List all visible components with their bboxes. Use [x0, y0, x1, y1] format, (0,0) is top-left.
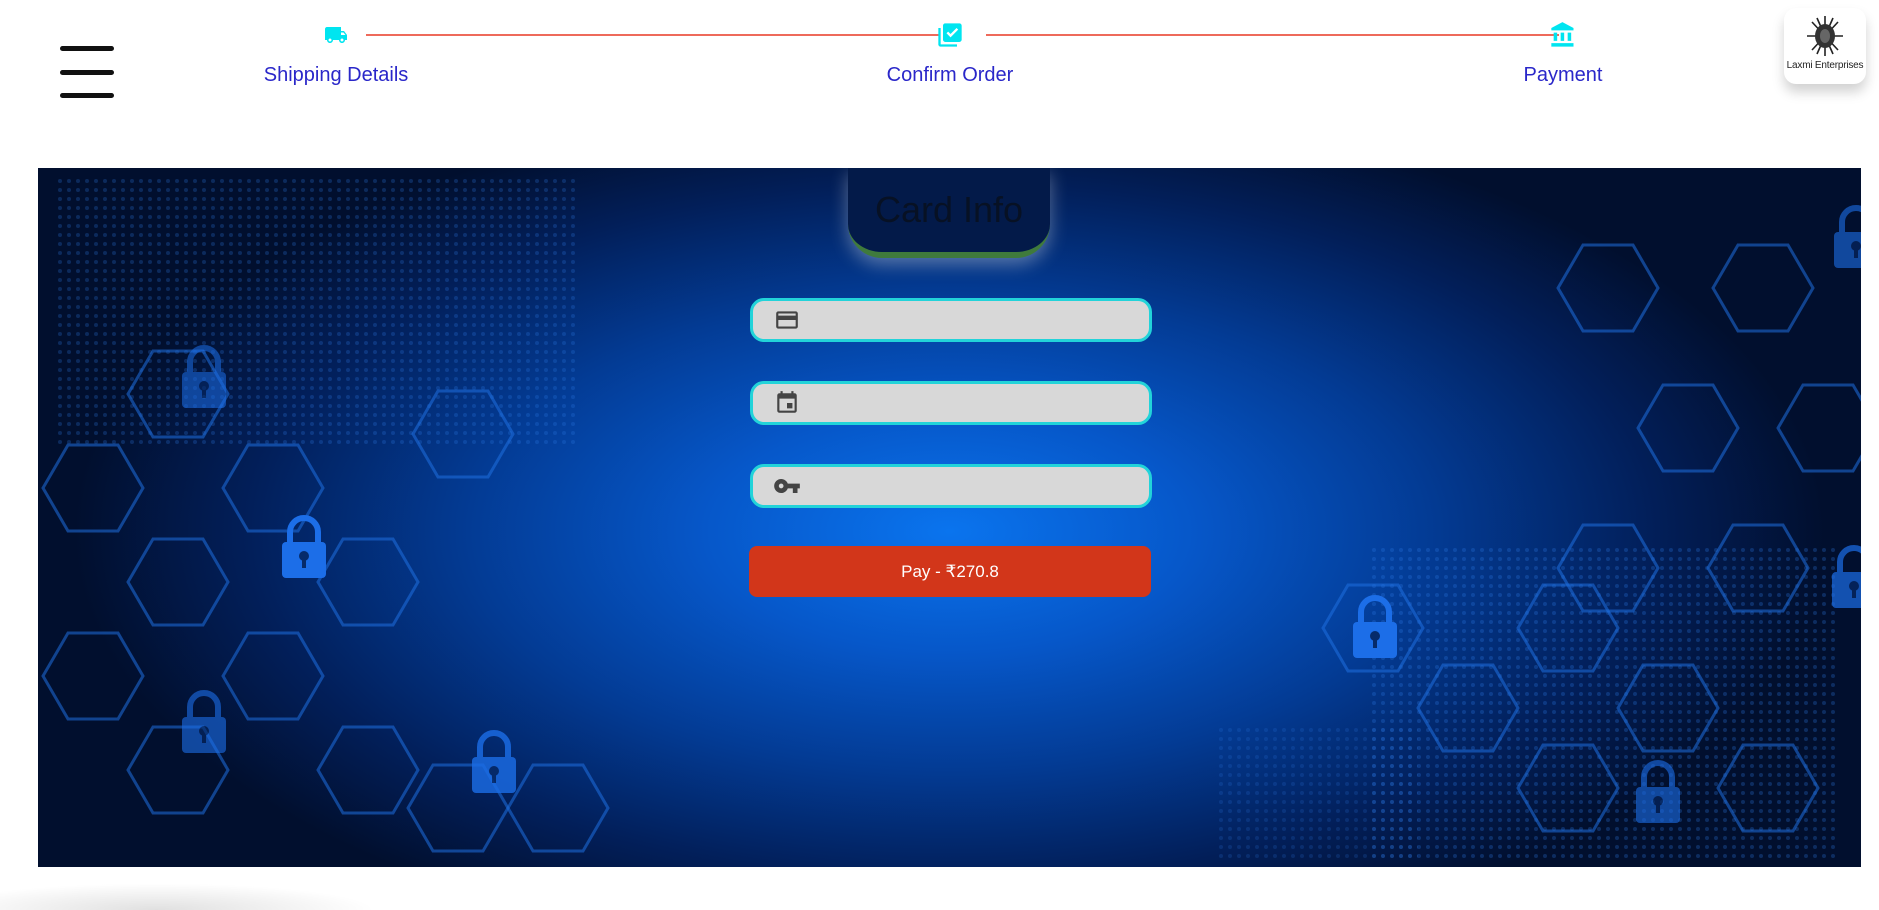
card-info-title: Card Info — [848, 168, 1050, 258]
footer-shadow — [0, 872, 520, 910]
key-icon — [773, 472, 801, 500]
card-info-panel: Card Info Pay - ₹270.8 — [38, 168, 1861, 867]
step-confirm-order: Confirm Order — [820, 20, 1080, 87]
step-label: Payment — [1523, 64, 1603, 86]
card-number-field[interactable] — [750, 298, 1152, 342]
card-cvc-field[interactable] — [750, 464, 1152, 508]
logo-text: Laxmi Enterprises — [1786, 60, 1864, 71]
bank-icon — [1548, 20, 1578, 50]
pay-button[interactable]: Pay - ₹270.8 — [749, 546, 1151, 597]
step-label: Shipping Details — [263, 64, 409, 86]
credit-card-icon — [773, 306, 801, 334]
card-info-title-text: Card Info — [874, 189, 1024, 230]
card-expiry-field[interactable] — [750, 381, 1152, 425]
checkout-stepper: Shipping Details Confirm Order Payment — [0, 0, 1879, 110]
truck-icon — [321, 20, 351, 50]
step-label: Confirm Order — [886, 64, 1014, 86]
card-cvc-input[interactable] — [815, 467, 1149, 505]
step-shipping-details: Shipping Details — [206, 20, 466, 87]
payment-page: Shipping Details Confirm Order Payment L… — [0, 0, 1879, 910]
company-logo[interactable]: Laxmi Enterprises — [1784, 8, 1866, 84]
card-number-input[interactable] — [815, 301, 1149, 339]
card-expiry-input[interactable] — [815, 384, 1149, 422]
cyber-security-background — [41, 178, 1861, 858]
checklist-icon — [935, 20, 965, 50]
logo-emblem-icon — [1807, 16, 1843, 56]
calendar-icon — [773, 389, 801, 417]
step-payment: Payment — [1433, 20, 1693, 87]
